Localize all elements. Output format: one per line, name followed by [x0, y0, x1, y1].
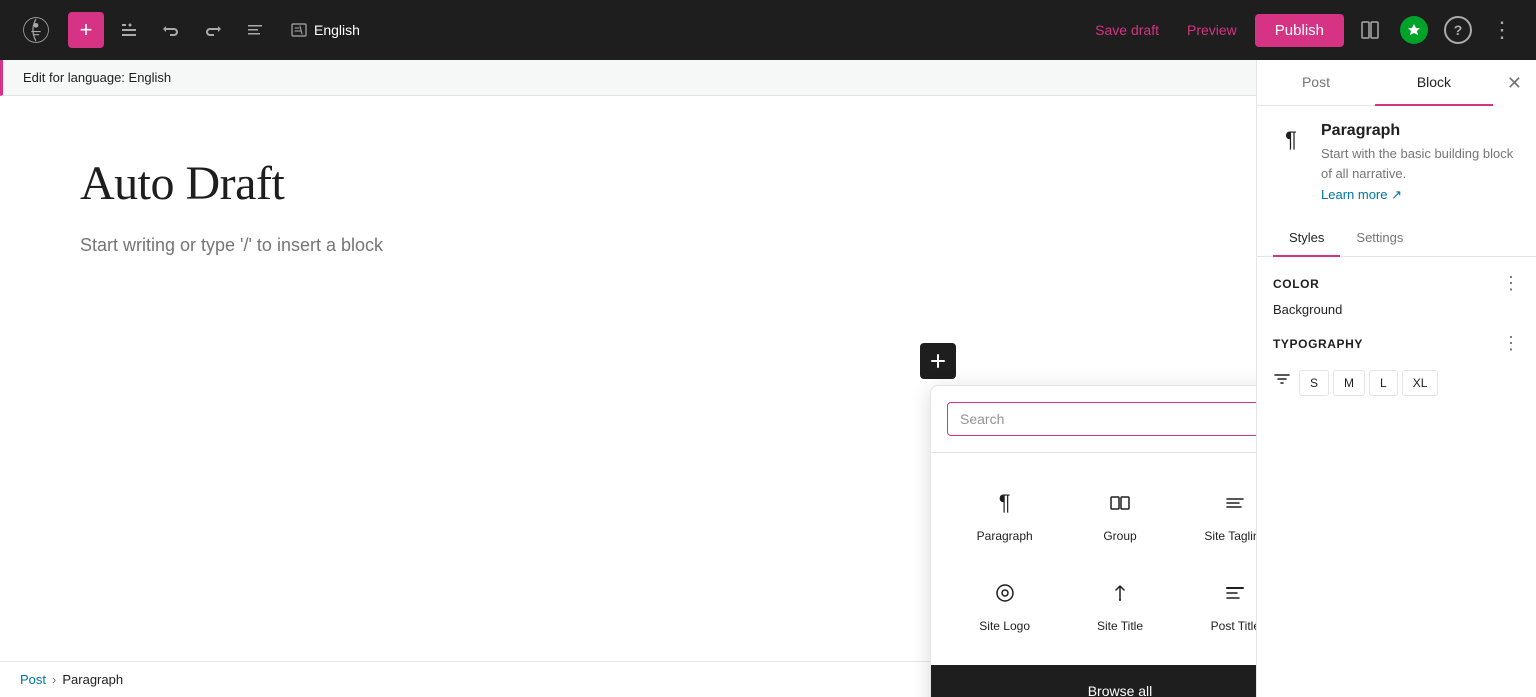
performance-button[interactable] [1396, 12, 1432, 48]
layout-view-button[interactable] [1352, 12, 1388, 48]
background-label: Background [1273, 302, 1520, 317]
editor-area: Edit for language: English Auto Draft St… [0, 60, 1256, 697]
block-item-post-title[interactable]: Post Title [1178, 559, 1256, 649]
size-l-button[interactable]: L [1369, 370, 1398, 396]
block-item-site-logo[interactable]: Site Logo [947, 559, 1062, 649]
site-tagline-label: Site Tagline [1204, 529, 1256, 543]
language-bar: Edit for language: English [0, 60, 1256, 96]
sidebar-sub-tabs: Styles Settings [1257, 220, 1536, 257]
typography-more-button[interactable]: ⋮ [1502, 333, 1520, 354]
learn-more-link[interactable]: Learn more ↗ [1321, 187, 1402, 203]
color-section-label: Color [1273, 277, 1319, 291]
block-item-paragraph[interactable]: ¶ Paragraph [947, 469, 1062, 559]
typography-section-label: Typography [1273, 337, 1363, 351]
language-selector[interactable]: English [280, 15, 370, 45]
language-label: English [314, 22, 360, 38]
block-search-input[interactable] [960, 411, 1256, 427]
group-icon [1102, 485, 1138, 521]
sidebar-tabs: Post Block [1257, 60, 1493, 106]
site-logo-icon [987, 575, 1023, 611]
block-grid: ¶ Paragraph Group [931, 453, 1256, 665]
site-tagline-icon [1217, 485, 1253, 521]
editor-content[interactable]: Auto Draft Start writing or type '/' to … [0, 96, 1256, 316]
site-logo-label: Site Logo [979, 619, 1030, 633]
block-item-site-title[interactable]: Site Title [1062, 559, 1177, 649]
breadcrumb-paragraph: Paragraph [62, 672, 123, 687]
language-bar-text: Edit for language: English [23, 70, 171, 85]
sub-tab-styles[interactable]: Styles [1273, 220, 1340, 257]
block-item-group[interactable]: Group [1062, 469, 1177, 559]
size-xl-button[interactable]: XL [1402, 370, 1439, 396]
typography-section-header: Typography ⋮ [1273, 333, 1520, 354]
undo-button[interactable] [154, 15, 188, 45]
block-info-icon: ¶ [1273, 122, 1309, 158]
breadcrumb-separator: › [52, 672, 56, 687]
preview-button[interactable]: Preview [1177, 16, 1247, 44]
paragraph-label: Paragraph [977, 529, 1033, 543]
right-sidebar: Post Block ✕ ¶ Paragraph Start with the … [1256, 60, 1536, 697]
color-more-button[interactable]: ⋮ [1502, 273, 1520, 294]
sub-tab-settings[interactable]: Settings [1340, 220, 1419, 257]
group-label: Group [1103, 529, 1136, 543]
post-placeholder[interactable]: Start writing or type '/' to insert a bl… [80, 235, 1176, 256]
tab-post[interactable]: Post [1257, 60, 1375, 106]
site-title-label: Site Title [1097, 619, 1143, 633]
search-input-wrap [947, 402, 1256, 436]
add-block-button[interactable]: + [68, 12, 104, 48]
document-overview-button[interactable] [238, 15, 272, 45]
sidebar-close-button[interactable]: ✕ [1493, 60, 1536, 106]
block-inserter-button[interactable] [920, 343, 956, 379]
post-title-icon [1217, 575, 1253, 611]
browse-all-button[interactable]: Browse all [931, 665, 1256, 697]
tools-button[interactable] [112, 15, 146, 45]
post-title-label: Post Title [1211, 619, 1256, 633]
block-inserter-popup: ¶ Paragraph Group [930, 385, 1256, 697]
color-section-header: Color ⋮ [1273, 273, 1520, 294]
wp-logo [16, 10, 56, 50]
typography-filter-button[interactable] [1273, 370, 1291, 388]
size-m-button[interactable]: M [1333, 370, 1365, 396]
paragraph-icon: ¶ [987, 485, 1023, 521]
redo-button[interactable] [196, 15, 230, 45]
block-info-desc: Start with the basic building block of a… [1321, 144, 1520, 183]
size-buttons: S M L XL [1299, 370, 1520, 396]
typography-size-row: S M L XL [1273, 362, 1520, 396]
size-s-button[interactable]: S [1299, 370, 1329, 396]
publish-button[interactable]: Publish [1255, 14, 1344, 47]
save-draft-button[interactable]: Save draft [1085, 16, 1169, 44]
block-info-header: ¶ Paragraph Start with the basic buildin… [1273, 122, 1520, 204]
toolbar: + English Save draft Preview Publish [0, 0, 1536, 60]
sidebar-body: ¶ Paragraph Start with the basic buildin… [1257, 106, 1536, 697]
block-search-area [931, 386, 1256, 453]
help-button[interactable]: ? [1440, 12, 1476, 48]
tab-block[interactable]: Block [1375, 60, 1493, 106]
breadcrumb-post[interactable]: Post [20, 672, 46, 687]
more-options-button[interactable]: ⋮ [1484, 12, 1520, 48]
block-item-site-tagline[interactable]: Site Tagline [1178, 469, 1256, 559]
block-info-title: Paragraph [1321, 122, 1520, 140]
block-info-text: Paragraph Start with the basic building … [1321, 122, 1520, 204]
post-title-display[interactable]: Auto Draft [80, 156, 1176, 211]
site-title-icon [1102, 575, 1138, 611]
main-layout: Edit for language: English Auto Draft St… [0, 60, 1536, 697]
